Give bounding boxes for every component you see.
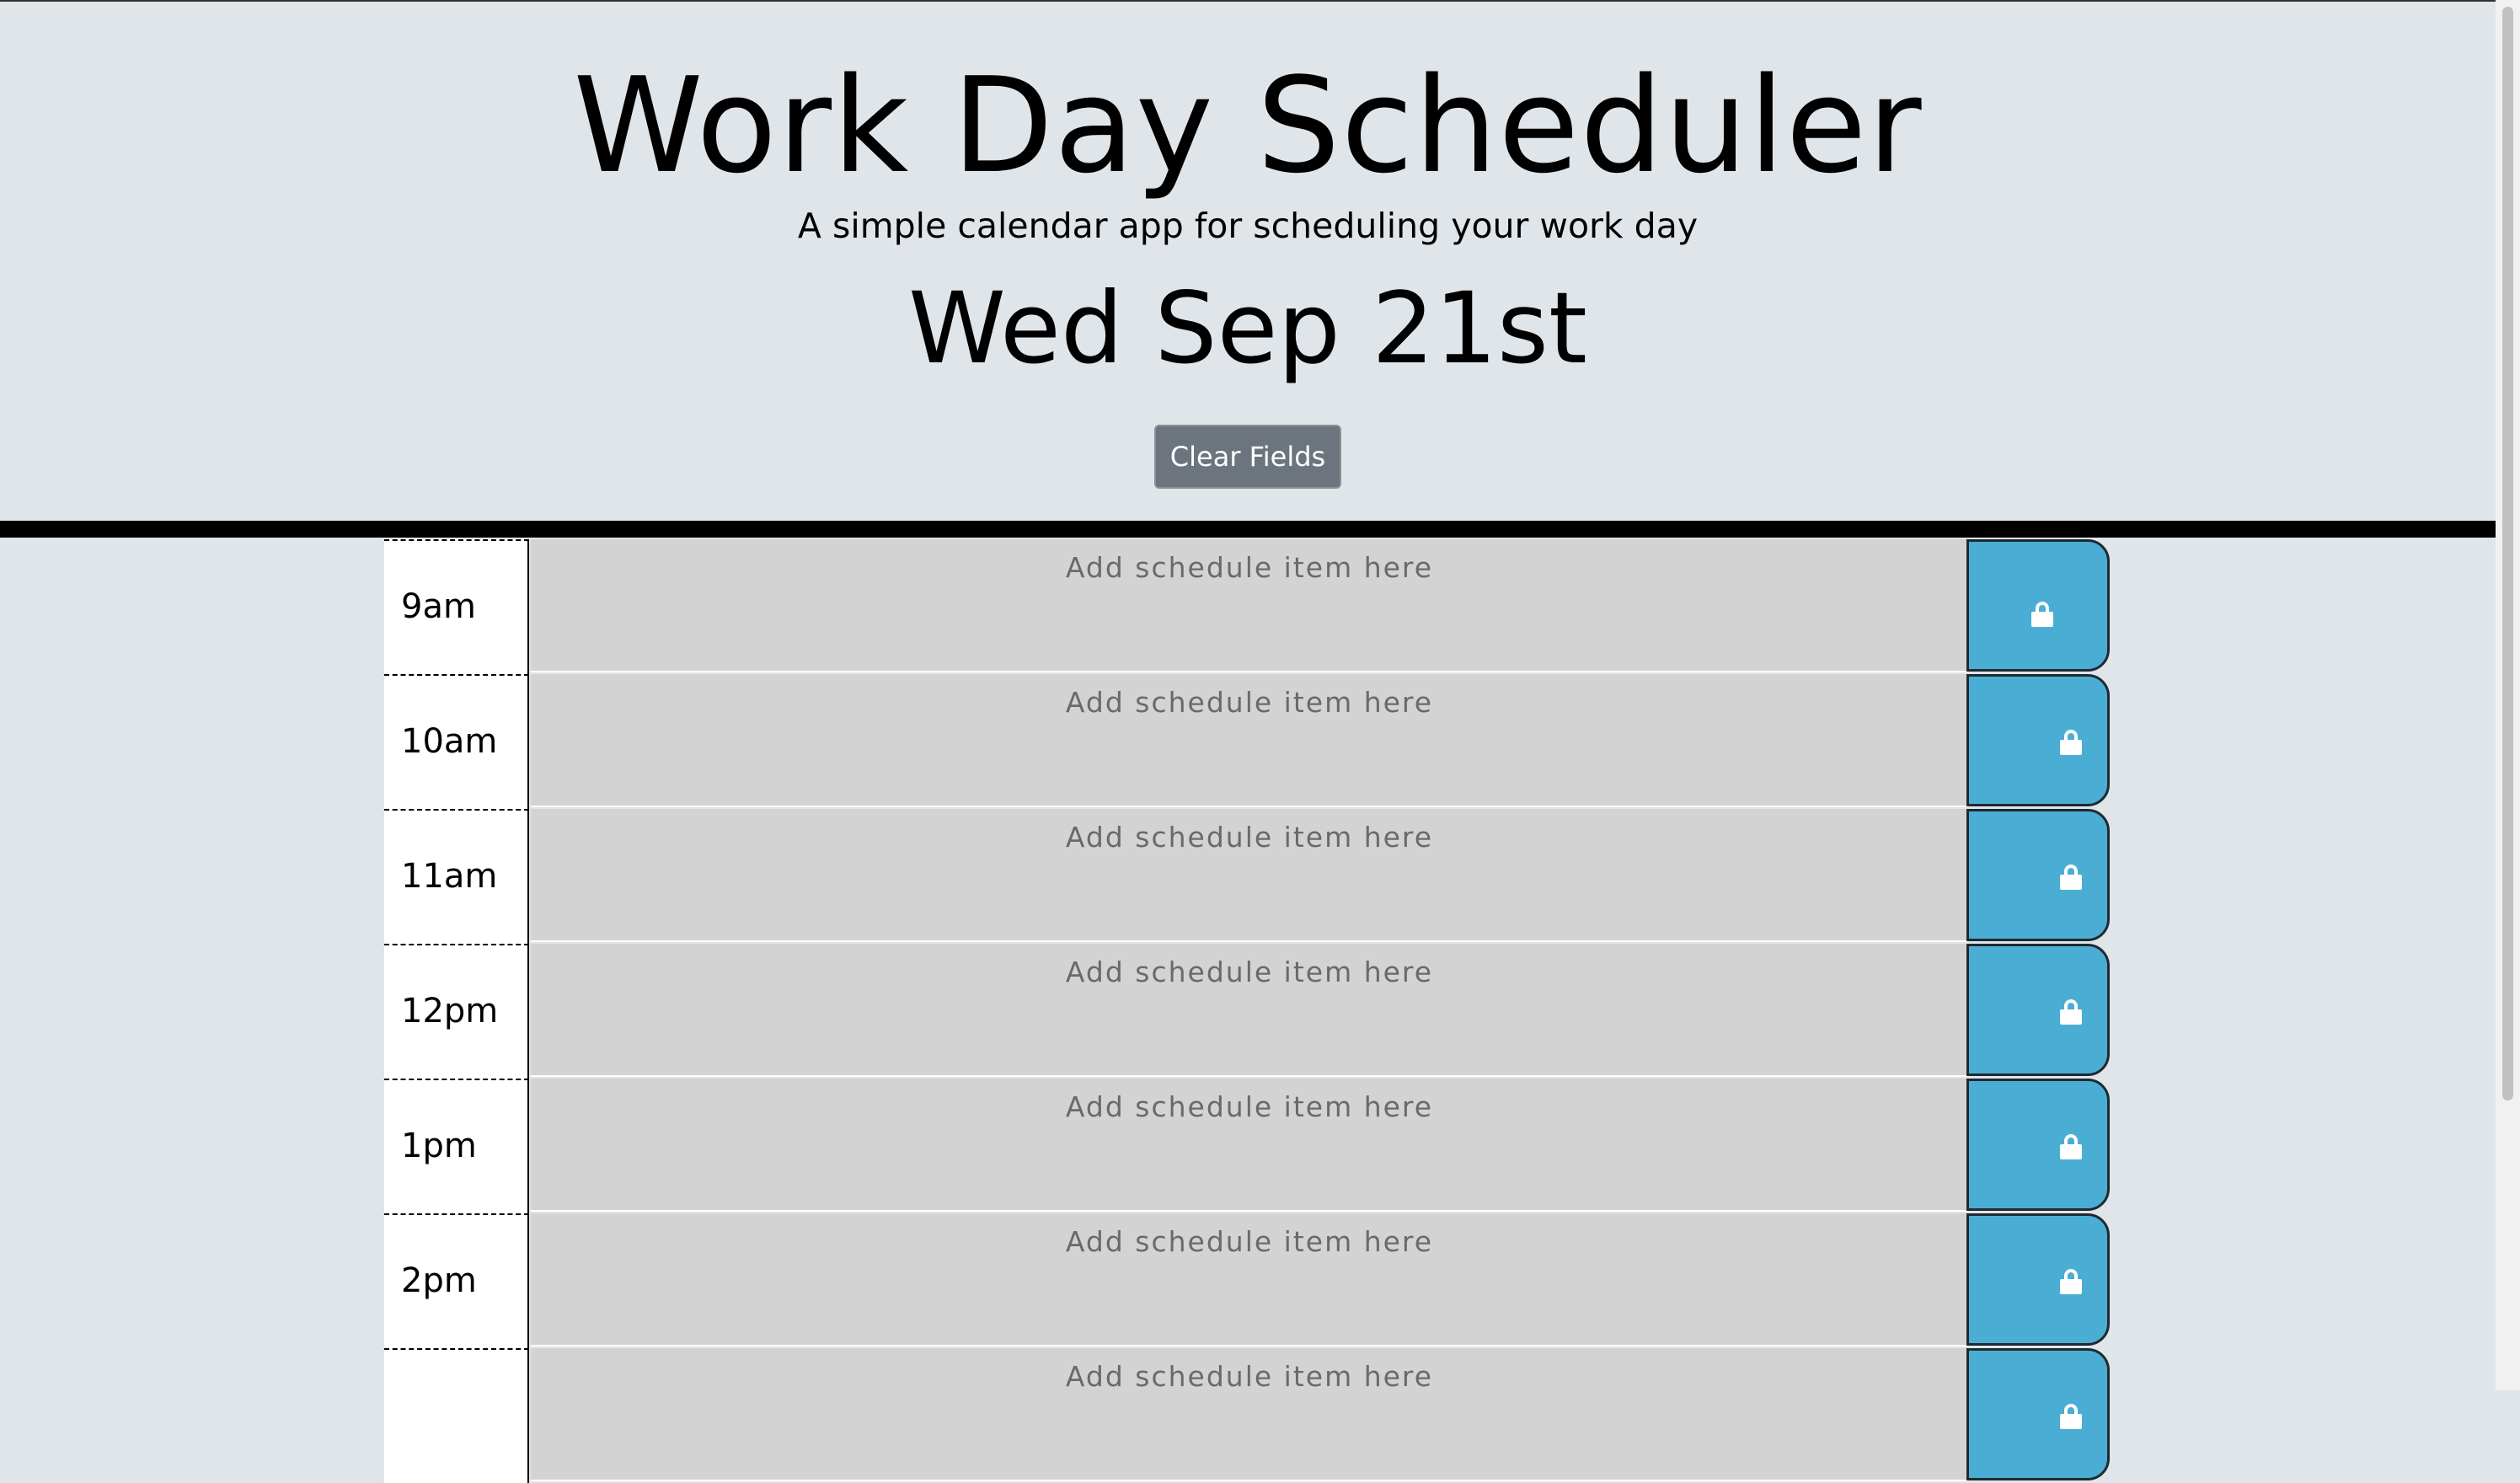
hour-label: 2pm bbox=[384, 1213, 529, 1348]
lock-icon bbox=[2060, 1269, 2082, 1294]
time-block-row: 9am bbox=[384, 539, 2110, 674]
time-block-row: 11am bbox=[384, 809, 2110, 944]
scrollbar-thumb[interactable] bbox=[2502, 7, 2513, 1100]
time-block-row: 12pm bbox=[384, 944, 2110, 1079]
page-subtitle: A simple calendar app for scheduling you… bbox=[797, 206, 1699, 246]
hour-label: 12pm bbox=[384, 944, 529, 1079]
hour-label: 1pm bbox=[384, 1079, 529, 1213]
lock-icon bbox=[2031, 602, 2053, 627]
time-block-row bbox=[384, 1348, 2110, 1483]
schedule-item-input[interactable] bbox=[531, 1079, 1968, 1212]
time-block-row: 10am bbox=[384, 674, 2110, 809]
save-button[interactable] bbox=[1966, 674, 2110, 806]
lock-icon bbox=[2060, 1134, 2082, 1159]
clear-fields-button[interactable]: Clear Fields bbox=[1154, 425, 1341, 489]
hour-label bbox=[384, 1348, 529, 1483]
lock-icon bbox=[2060, 1404, 2082, 1429]
schedule-item-input[interactable] bbox=[531, 674, 1968, 807]
schedule-item-input[interactable] bbox=[531, 1213, 1968, 1346]
header: Work Day Scheduler A simple calendar app… bbox=[0, 2, 2496, 521]
hour-label: 10am bbox=[384, 674, 529, 809]
hour-label: 9am bbox=[384, 539, 529, 674]
time-block-row: 1pm bbox=[384, 1079, 2110, 1213]
save-button[interactable] bbox=[1966, 1348, 2110, 1480]
current-date: Wed Sep 21st bbox=[908, 270, 1587, 386]
schedule-item-input[interactable] bbox=[531, 1348, 1968, 1481]
hour-label: 11am bbox=[384, 809, 529, 944]
save-button[interactable] bbox=[1966, 944, 2110, 1076]
schedule-list: 9am 10am 11am 12pm 1pm 2pm bbox=[384, 539, 2110, 1483]
page-title: Work Day Scheduler bbox=[573, 49, 1923, 202]
schedule-item-input[interactable] bbox=[531, 539, 1968, 672]
save-button[interactable] bbox=[1966, 809, 2110, 941]
lock-icon bbox=[2060, 865, 2082, 890]
save-button[interactable] bbox=[1966, 1213, 2110, 1346]
schedule-item-input[interactable] bbox=[531, 809, 1968, 942]
save-button[interactable] bbox=[1966, 539, 2110, 672]
save-button[interactable] bbox=[1966, 1079, 2110, 1211]
lock-icon bbox=[2060, 730, 2082, 755]
time-block-row: 2pm bbox=[384, 1213, 2110, 1348]
schedule-item-input[interactable] bbox=[531, 944, 1968, 1077]
lock-icon bbox=[2060, 999, 2082, 1025]
header-divider bbox=[0, 521, 2496, 538]
